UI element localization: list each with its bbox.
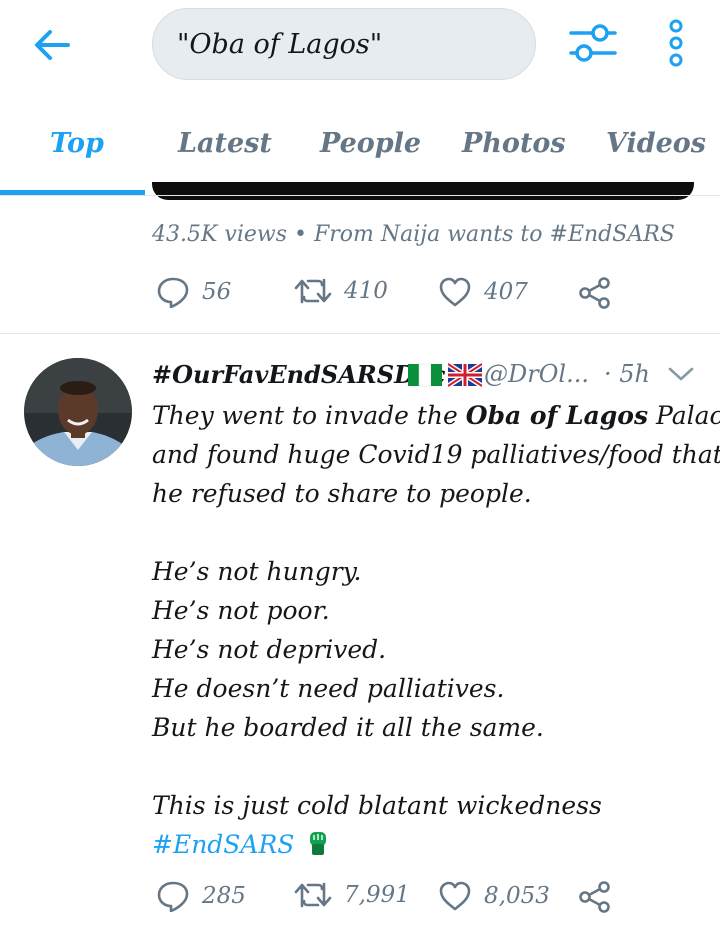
tweet-text: They went to invade the Oba of Lagos Pal…: [152, 396, 720, 864]
search-input[interactable]: "Oba of Lagos": [152, 8, 536, 80]
more-options-button[interactable]: [656, 14, 696, 72]
share-button[interactable]: [578, 880, 612, 914]
heart-icon: [439, 277, 471, 307]
tweet-line: He doesn’t need palliatives.: [152, 674, 505, 703]
retweet-count: 7,991: [344, 882, 410, 908]
search-filter-button[interactable]: [565, 18, 621, 68]
tweet-text-segment: Palace: [655, 401, 720, 430]
retweet-button[interactable]: 7,991: [294, 880, 410, 910]
tweet-actions: 285 7,991 8,053: [156, 880, 716, 920]
tweet-line: They went to invade the Oba of Lagos Pal…: [152, 396, 720, 435]
tweet-menu-button[interactable]: [666, 360, 696, 390]
reply-icon: [157, 881, 189, 912]
reply-count: 56: [202, 279, 232, 305]
search-term-highlight: Oba of Lagos: [465, 401, 649, 430]
tweet-line: he refused to share to people.: [152, 479, 532, 508]
video-views-attribution[interactable]: 43.5K views • From Naija wants to #EndSA…: [152, 222, 675, 247]
tweet-line: He’s not hungry.: [152, 557, 362, 586]
tweet-line: This is just cold blatant wickedness: [152, 791, 602, 820]
like-count: 8,053: [484, 883, 550, 909]
tab-photos[interactable]: Photos: [462, 128, 566, 159]
user-handle[interactable]: @DrOl...: [484, 360, 589, 388]
reply-count: 285: [202, 883, 246, 909]
name-emojis: [408, 362, 482, 388]
retweet-button[interactable]: 410: [294, 276, 388, 306]
like-button[interactable]: 8,053: [438, 880, 550, 912]
filter-sliders-icon: [569, 24, 617, 62]
retweet-icon: [294, 882, 332, 908]
search-query-text: "Oba of Lagos": [177, 28, 383, 60]
avatar[interactable]: [24, 358, 132, 466]
tab-latest[interactable]: Latest: [178, 128, 272, 159]
share-icon: [579, 277, 610, 309]
tweet-line: But he boarded it all the same.: [152, 713, 544, 742]
retweet-icon: [294, 278, 332, 304]
chevron-down-icon: [668, 367, 694, 381]
tweet-header: #OurFavEndSARSDoc @DrOl... · 5h: [152, 360, 704, 396]
share-icon: [579, 881, 610, 913]
tabs-divider: [0, 195, 720, 196]
previous-tweet-media[interactable]: [152, 182, 694, 200]
back-button[interactable]: [22, 20, 82, 70]
reply-button[interactable]: 56: [156, 276, 231, 308]
previous-tweet-actions: 56 410 407: [156, 276, 716, 316]
more-vertical-icon: [669, 19, 683, 67]
nigeria-flag-icon: [408, 363, 442, 387]
tweet-line: He’s not poor.: [152, 596, 330, 625]
profile-photo: [24, 358, 132, 466]
back-arrow-icon: [35, 30, 70, 60]
share-button[interactable]: [578, 276, 612, 310]
tweet-line: #EndSARS: [152, 825, 697, 864]
reply-button[interactable]: 285: [156, 880, 246, 912]
display-name[interactable]: #OurFavEndSARSDoc: [152, 360, 446, 389]
raised-fist-icon: [310, 832, 327, 855]
like-button[interactable]: 407: [438, 276, 528, 308]
hashtag-link[interactable]: #EndSARS: [152, 830, 294, 859]
tweet-line: He’s not deprived.: [152, 635, 387, 664]
tab-top[interactable]: Top: [50, 128, 104, 159]
tweet-timestamp[interactable]: · 5h: [604, 360, 650, 388]
reply-icon: [157, 277, 189, 308]
heart-icon: [439, 881, 471, 911]
tweet-divider: [0, 333, 720, 334]
like-count: 407: [484, 279, 528, 305]
tweet-text-segment: They went to invade the: [152, 401, 466, 430]
tab-people[interactable]: People: [320, 128, 421, 159]
retweet-count: 410: [344, 278, 388, 304]
tweet-line: and found huge Covid19 palliatives/food …: [152, 440, 720, 469]
uk-flag-icon: [448, 362, 482, 388]
tab-videos[interactable]: Videos: [606, 128, 706, 159]
